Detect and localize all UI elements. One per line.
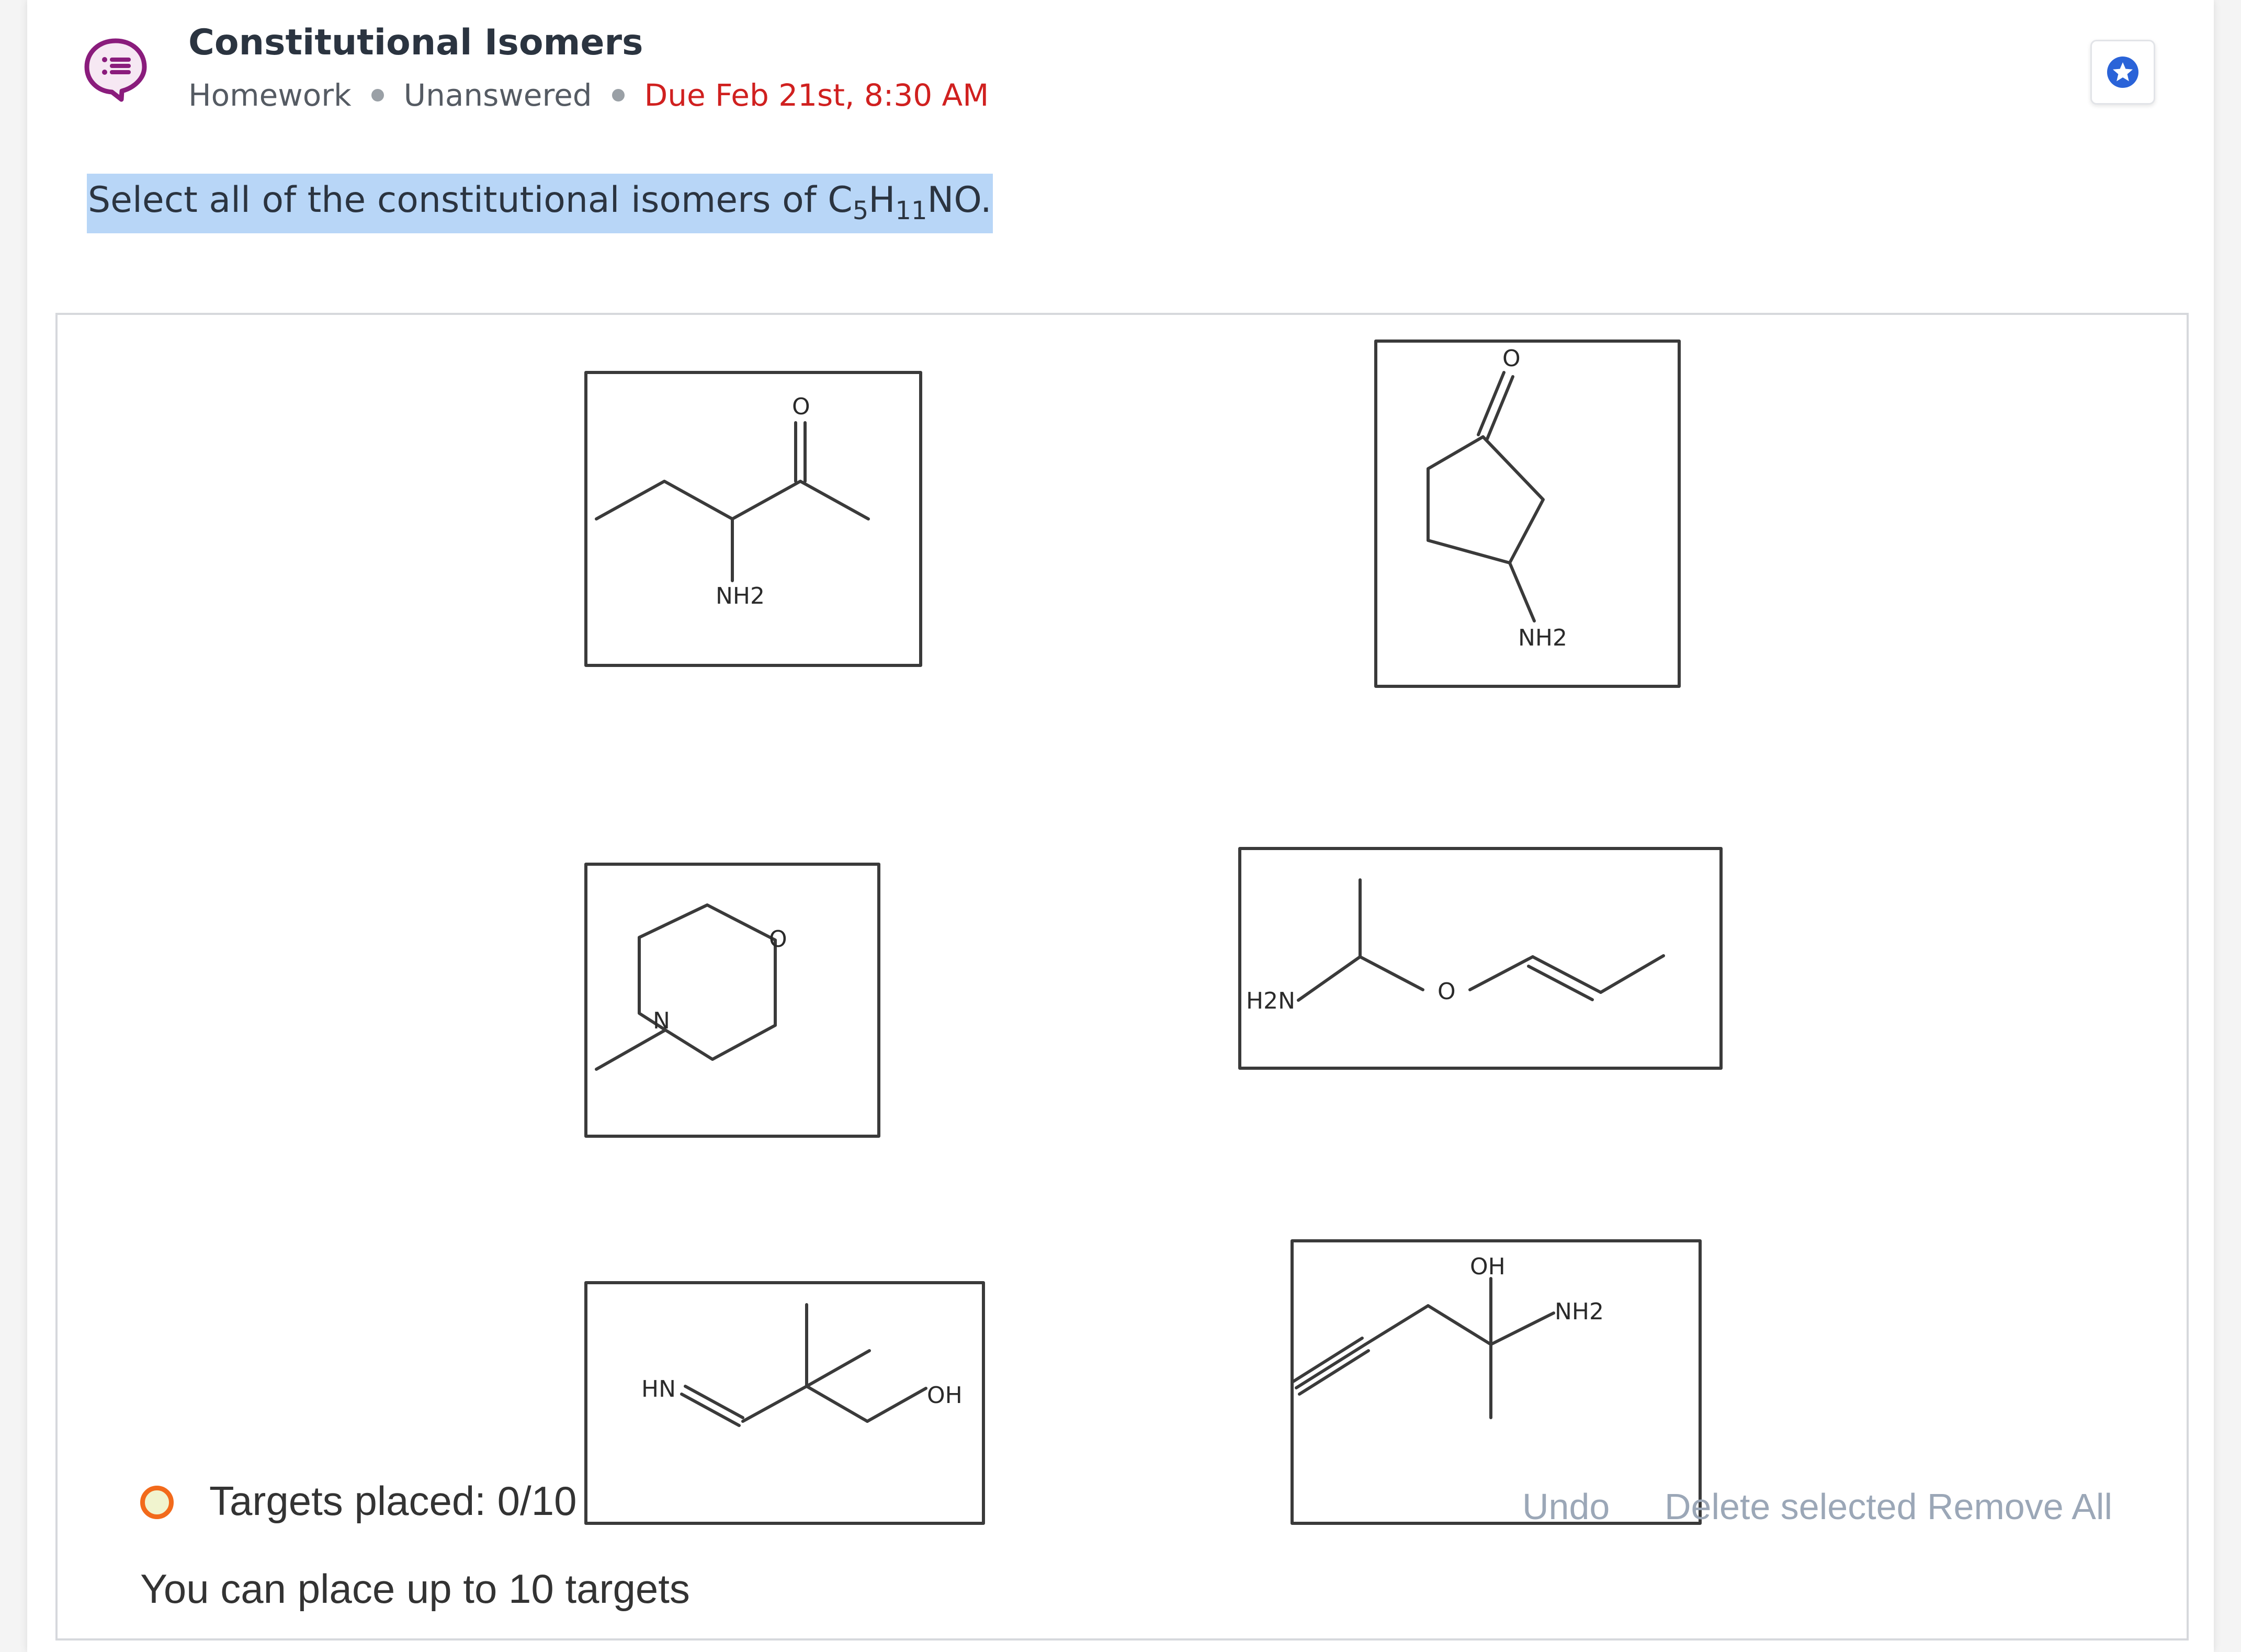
atom-label: NH2: [716, 583, 765, 609]
atom-label: O: [792, 393, 810, 420]
question-prompt: Select all of the constitutional isomers…: [87, 174, 993, 233]
assignment-type: Homework: [188, 77, 352, 113]
atom-label: OH: [1470, 1253, 1506, 1280]
favorite-button[interactable]: [2090, 40, 2155, 105]
atom-label: H2N: [1246, 988, 1295, 1014]
molecule-iminoalcohol[interactable]: [584, 1281, 985, 1525]
page-title: Constitutional Isomers: [188, 22, 643, 63]
question-header: Constitutional Isomers Homework Unanswer…: [27, 0, 2214, 136]
atom-label: O: [769, 926, 787, 953]
question-meta: Homework Unanswered Due Feb 21st, 8:30 A…: [188, 77, 989, 113]
molecule-methylmorpholine[interactable]: [584, 863, 880, 1138]
separator-dot: [371, 89, 384, 101]
star-icon: [2107, 56, 2138, 88]
structure-canvas[interactable]: O NH2 O NH2 O N H2N O HN OH OH NH2 Targe…: [55, 313, 2189, 1640]
atom-label: NH2: [1555, 1298, 1604, 1325]
atom-label: OH: [927, 1382, 963, 1409]
remove-all-button[interactable]: Remove All: [1927, 1486, 2112, 1527]
question-card: Constitutional Isomers Homework Unanswer…: [27, 0, 2214, 1652]
answer-status: Unanswered: [403, 77, 592, 113]
atom-label: N: [653, 1008, 670, 1034]
atom-label: O: [1502, 345, 1521, 372]
atom-label: NH2: [1518, 625, 1567, 651]
targets-status: Targets placed: 0/10: [209, 1478, 577, 1524]
atom-label: O: [1438, 978, 1456, 1005]
molecules-drawing: O NH2 O NH2 O N H2N O HN OH OH NH2: [584, 340, 1723, 1525]
chat-list-icon: [84, 38, 147, 102]
delete-selected-button[interactable]: Delete selected: [1665, 1486, 1917, 1527]
molecule-aminoether-alkene[interactable]: [1238, 847, 1723, 1070]
molecule-aminoketone-chain[interactable]: [584, 371, 922, 667]
molecule-alkyne-aminoalcohol[interactable]: [1291, 1239, 1702, 1525]
target-ring-icon: [140, 1486, 174, 1519]
targets-hint: You can place up to 10 targets: [140, 1566, 690, 1612]
separator-dot: [612, 89, 625, 101]
due-date: Due Feb 21st, 8:30 AM: [644, 77, 989, 113]
atom-label: HN: [641, 1376, 676, 1402]
undo-button[interactable]: Undo: [1522, 1486, 1610, 1527]
